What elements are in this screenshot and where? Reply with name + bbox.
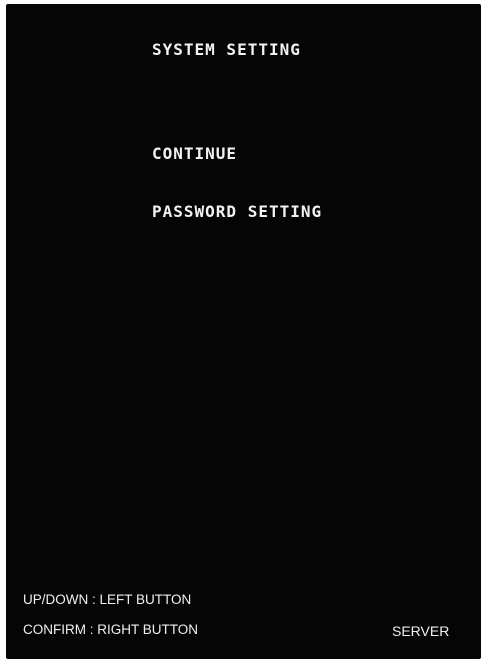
- updown-hint: UP/DOWN : LEFT BUTTON: [23, 592, 192, 607]
- screen-title: SYSTEM SETTING: [152, 40, 301, 59]
- menu-item-password-setting[interactable]: PASSWORD SETTING: [152, 202, 322, 221]
- confirm-hint: CONFIRM : RIGHT BUTTON: [23, 622, 198, 637]
- menu-item-continue[interactable]: CONTINUE: [152, 144, 237, 163]
- server-label: SERVER: [392, 623, 450, 639]
- system-setting-screen: SYSTEM SETTING CONTINUE PASSWORD SETTING…: [6, 4, 481, 659]
